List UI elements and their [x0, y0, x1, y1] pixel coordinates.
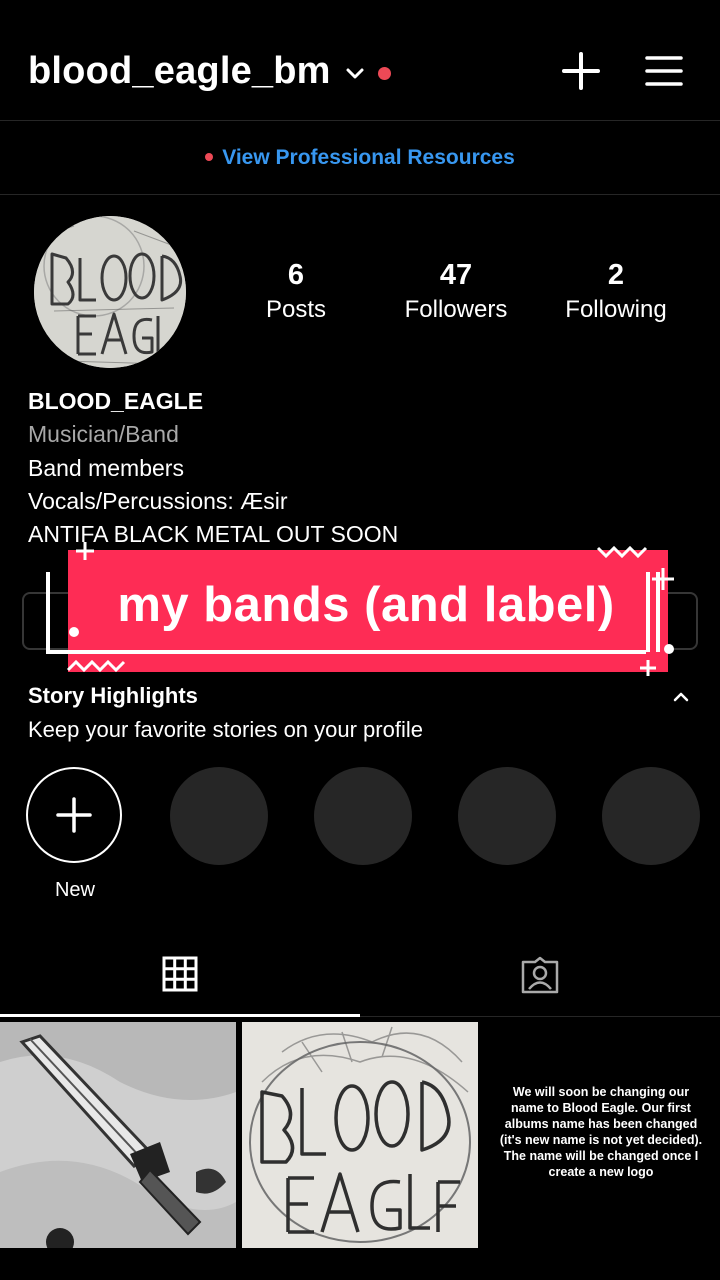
red-dot-icon [205, 153, 214, 161]
caption-banner-text: my bands (and label) [117, 578, 615, 632]
stat-followers[interactable]: 47 Followers [376, 256, 536, 326]
tab-divider [360, 1016, 720, 1017]
following-count: 2 [607, 259, 625, 291]
hamburger-menu-icon[interactable] [644, 52, 684, 90]
post-thumbnail[interactable] [0, 1022, 236, 1248]
highlight-placeholder [314, 767, 412, 865]
stat-posts[interactable]: 6 Posts [216, 256, 376, 326]
posts-count: 6 [287, 259, 305, 291]
plus-icon [56, 797, 92, 833]
highlight-placeholder [458, 767, 556, 865]
notification-dot-icon [378, 67, 391, 80]
highlight-placeholder [602, 767, 700, 865]
new-highlight-button[interactable] [26, 767, 122, 863]
active-tab-indicator [0, 1014, 360, 1017]
story-highlights-subtitle: Keep your favorite stories on your profi… [28, 717, 423, 742]
sparkle-plus-icon [640, 660, 656, 676]
posts-label: Posts [265, 296, 327, 323]
profile-avatar[interactable] [34, 216, 186, 368]
dagger-sketch-image-icon [0, 1022, 236, 1248]
followers-count: 47 [439, 259, 473, 291]
followers-label: Followers [404, 296, 508, 323]
stat-following[interactable]: 2 Following [536, 256, 696, 326]
post-thumbnail[interactable] [242, 1022, 478, 1248]
story-highlights-title[interactable]: Story Highlights [28, 683, 198, 709]
post-text-content: We will soon be changing our name to Blo… [499, 1085, 703, 1179]
banner-frame-left [46, 572, 50, 654]
bio-line: Band members [28, 455, 184, 481]
tab-posts-grid[interactable] [0, 940, 360, 1016]
view-professional-resources-link[interactable]: View Professional Resources [222, 146, 515, 170]
new-highlight-label: New [54, 879, 95, 901]
grid-icon [162, 956, 198, 992]
chevron-up-icon[interactable] [670, 686, 692, 708]
profile-category: Musician/Band [28, 421, 179, 447]
header-divider [0, 120, 720, 121]
dot-decoration-icon [664, 644, 674, 654]
account-username[interactable]: blood_eagle_bm [28, 50, 331, 93]
tagged-person-icon [521, 956, 559, 994]
bio-line: Vocals/Percussions: Æsir [28, 488, 288, 514]
highlight-placeholder [170, 767, 268, 865]
logo-sketch-image-icon [242, 1022, 478, 1248]
avatar-logo-sketch-icon [34, 216, 186, 368]
professional-divider [0, 194, 720, 195]
tab-tagged[interactable] [360, 940, 720, 1016]
profile-display-name: BLOOD_EAGLE [28, 388, 204, 414]
chevron-down-icon[interactable] [344, 62, 366, 84]
following-label: Following [565, 296, 667, 323]
new-post-plus-icon[interactable] [560, 50, 602, 92]
professional-resources-bar[interactable]: View Professional Resources [0, 122, 720, 194]
